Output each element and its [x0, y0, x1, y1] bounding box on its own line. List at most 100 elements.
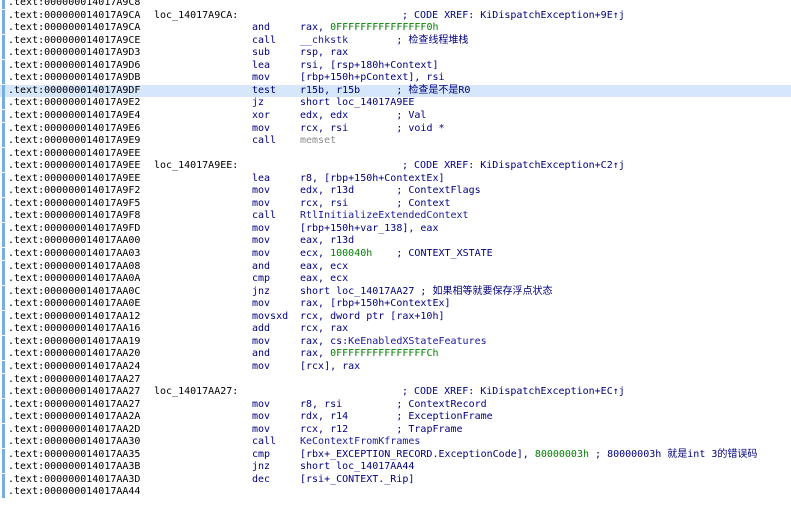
mnemonic[interactable]: jnz [252, 461, 270, 473]
code-line[interactable]: .text:000000014017AA2A mov rdx, r14 ; Exce… [0, 411, 791, 424]
operands[interactable]: eax, r13d [300, 235, 354, 247]
code-line[interactable]: .text:000000014017AA35 cmp [rbx+_EXCEPTION… [0, 448, 791, 461]
operands[interactable]: r15b, r15b ; 检查是不是R0 [300, 85, 470, 97]
operands[interactable]: rax, [rbp+150h+ContextEx] [300, 298, 451, 310]
mnemonic[interactable]: call [252, 436, 276, 448]
code-line[interactable]: .text:000000014017A9CE call __chkstk ; 检查线… [0, 34, 791, 47]
operands[interactable]: short loc_14017A9EE [300, 97, 414, 109]
code-line[interactable]: .text:000000014017AA08 and eax, ecx [0, 260, 791, 273]
operands[interactable]: memset [300, 135, 336, 147]
mnemonic[interactable]: mov [252, 223, 270, 235]
operands[interactable]: rcx, rax [300, 323, 348, 335]
code-label[interactable]: loc_14017AA27: [154, 386, 238, 398]
code-line[interactable]: .text:000000014017A9EE loc_14017A9EE: ; CO… [0, 160, 791, 173]
mnemonic[interactable]: mov [252, 123, 270, 135]
mnemonic[interactable]: movsxd [252, 311, 288, 323]
operands[interactable]: rax, 0FFFFFFFFFFFFFFFCh [300, 348, 438, 360]
mnemonic[interactable]: sub [252, 47, 270, 59]
mnemonic[interactable]: call [252, 210, 276, 222]
mnemonic[interactable]: dec [252, 474, 270, 486]
mnemonic[interactable]: cmp [252, 449, 270, 461]
operands[interactable]: r8, [rbp+150h+ContextEx] [300, 173, 445, 185]
mnemonic[interactable]: test [252, 85, 276, 97]
code-line[interactable]: .text:000000014017A9FD mov [rbp+150h+var_1… [0, 222, 791, 235]
mnemonic[interactable]: mov [252, 399, 270, 411]
mnemonic[interactable]: call [252, 35, 276, 47]
mnemonic[interactable]: xor [252, 110, 270, 122]
mnemonic[interactable]: and [252, 261, 270, 273]
code-line[interactable]: .text:000000014017A9EE [0, 147, 791, 160]
code-line[interactable]: .text:000000014017AA20 and rax, 0FFFFFFFFF… [0, 348, 791, 361]
operands[interactable]: eax, ecx [300, 261, 348, 273]
mnemonic[interactable]: mov [252, 336, 270, 348]
code-line[interactable]: .text:000000014017A9DB mov [rbp+150h+pCont… [0, 72, 791, 85]
mnemonic[interactable]: add [252, 323, 270, 335]
mnemonic[interactable]: lea [252, 173, 270, 185]
code-label[interactable]: loc_14017A9EE: [154, 160, 238, 172]
operands[interactable]: edx, r13d ; ContextFlags [300, 185, 481, 197]
mnemonic[interactable]: and [252, 348, 270, 360]
disassembly-listing[interactable]: .text:000000014017A9C8 .text:000000014017… [0, 0, 791, 530]
mnemonic[interactable]: mov [252, 298, 270, 310]
operands[interactable]: rcx, r12 ; TrapFrame [300, 424, 463, 436]
operands[interactable]: KeContextFromKframes [300, 436, 420, 448]
code-xref-comment[interactable]: ; CODE XREF: KiDispatchException+C2↑j [402, 160, 625, 172]
operands[interactable]: rsi, [rsp+180h+Context] [300, 60, 438, 72]
code-line[interactable]: .text:000000014017AA27 loc_14017AA27: ; CO… [0, 386, 791, 399]
code-line[interactable]: .text:000000014017AA00 mov eax, r13d [0, 235, 791, 248]
mnemonic[interactable]: lea [252, 60, 270, 72]
mnemonic[interactable]: mov [252, 198, 270, 210]
code-xref-comment[interactable]: ; CODE XREF: KiDispatchException+9E↑j [402, 10, 625, 22]
code-line[interactable]: .text:000000014017AA0A cmp eax, ecx [0, 273, 791, 286]
operands[interactable]: rcx, rsi ; void * [300, 123, 445, 135]
code-label[interactable]: loc_14017A9CA: [154, 10, 238, 22]
code-line[interactable]: .text:000000014017AA0E mov rax, [rbp+150h+… [0, 298, 791, 311]
mnemonic[interactable]: mov [252, 411, 270, 423]
code-line[interactable]: .text:000000014017A9E4 xor edx, edx ; Val [0, 109, 791, 122]
mnemonic[interactable]: mov [252, 361, 270, 373]
code-line[interactable]: .text:000000014017AA19 mov rax, cs:KeEnabl… [0, 335, 791, 348]
mnemonic[interactable]: and [252, 22, 270, 34]
mnemonic[interactable]: mov [252, 424, 270, 436]
code-line[interactable]: .text:000000014017A9F5 mov rcx, rsi ; Cont… [0, 197, 791, 210]
operands[interactable]: [rcx], rax [300, 361, 360, 373]
code-line[interactable]: .text:000000014017A9F8 call RtlInitializeE… [0, 210, 791, 223]
code-line[interactable]: .text:000000014017AA27 [0, 373, 791, 386]
code-line[interactable]: .text:000000014017AA44 [0, 486, 791, 499]
code-line[interactable]: .text:000000014017A9E6 mov rcx, rsi ; void… [0, 122, 791, 135]
code-line[interactable]: .text:000000014017A9E2 jz short loc_14017A… [0, 97, 791, 110]
operands[interactable]: short loc_14017AA44 [300, 461, 414, 473]
code-line[interactable]: .text:000000014017A9CA loc_14017A9CA: ; CO… [0, 9, 791, 22]
mnemonic[interactable]: call [252, 135, 276, 147]
code-line[interactable]: .text:000000014017A9EE lea r8, [rbp+150h+C… [0, 172, 791, 185]
operands[interactable]: [rbp+150h+var_138], eax [300, 223, 438, 235]
code-line[interactable]: .text:000000014017A9CA and rax, 0FFFFFFFFF… [0, 22, 791, 35]
code-line[interactable]: .text:000000014017AA24 mov [rcx], rax [0, 360, 791, 373]
operands[interactable]: RtlInitializeExtendedContext [300, 210, 469, 222]
code-line[interactable]: .text:000000014017A9F2 mov edx, r13d ; Con… [0, 185, 791, 198]
operands[interactable]: [rbp+150h+pContext], rsi [300, 72, 445, 84]
operands[interactable]: rdx, r14 ; ExceptionFrame [300, 411, 493, 423]
code-line[interactable]: .text:000000014017AA2D mov rcx, r12 ; Trap… [0, 423, 791, 436]
code-line[interactable]: .text:000000014017AA3D dec [rsi+_CONTEXT._… [0, 473, 791, 486]
code-xref-comment[interactable]: ; CODE XREF: KiDispatchException+EC↑j [402, 386, 625, 398]
code-line[interactable]: .text:000000014017AA3B jnz short loc_14017… [0, 461, 791, 474]
operands[interactable]: edx, edx ; Val [300, 110, 426, 122]
mnemonic[interactable]: mov [252, 72, 270, 84]
mnemonic[interactable]: mov [252, 235, 270, 247]
operands[interactable]: [rsi+_CONTEXT._Rip] [300, 474, 414, 486]
code-line[interactable]: .text:000000014017A9DF test r15b, r15b ; 检… [0, 84, 791, 97]
code-line[interactable]: .text:000000014017AA30 call KeContextFromK… [0, 436, 791, 449]
code-line[interactable]: .text:000000014017A9E9 call memset [0, 135, 791, 148]
mnemonic[interactable]: jnz [252, 286, 270, 298]
code-line[interactable]: .text:000000014017AA0C jnz short loc_14017… [0, 285, 791, 298]
code-line[interactable]: .text:000000014017A9C8 [0, 0, 791, 9]
mnemonic[interactable]: jz [252, 97, 264, 109]
operands[interactable]: rax, 0FFFFFFFFFFFFFFF0h [300, 22, 438, 34]
operands[interactable]: eax, ecx [300, 273, 348, 285]
mnemonic[interactable]: mov [252, 185, 270, 197]
code-line[interactable]: .text:000000014017A9D6 lea rsi, [rsp+180h+… [0, 59, 791, 72]
code-line[interactable]: .text:000000014017AA12 movsxd rcx, dword p… [0, 310, 791, 323]
operands[interactable]: ecx, 100040h ; CONTEXT_XSTATE [300, 248, 493, 260]
operands[interactable]: short loc_14017AA27 ; 如果相等就要保存浮点状态 [300, 286, 552, 298]
